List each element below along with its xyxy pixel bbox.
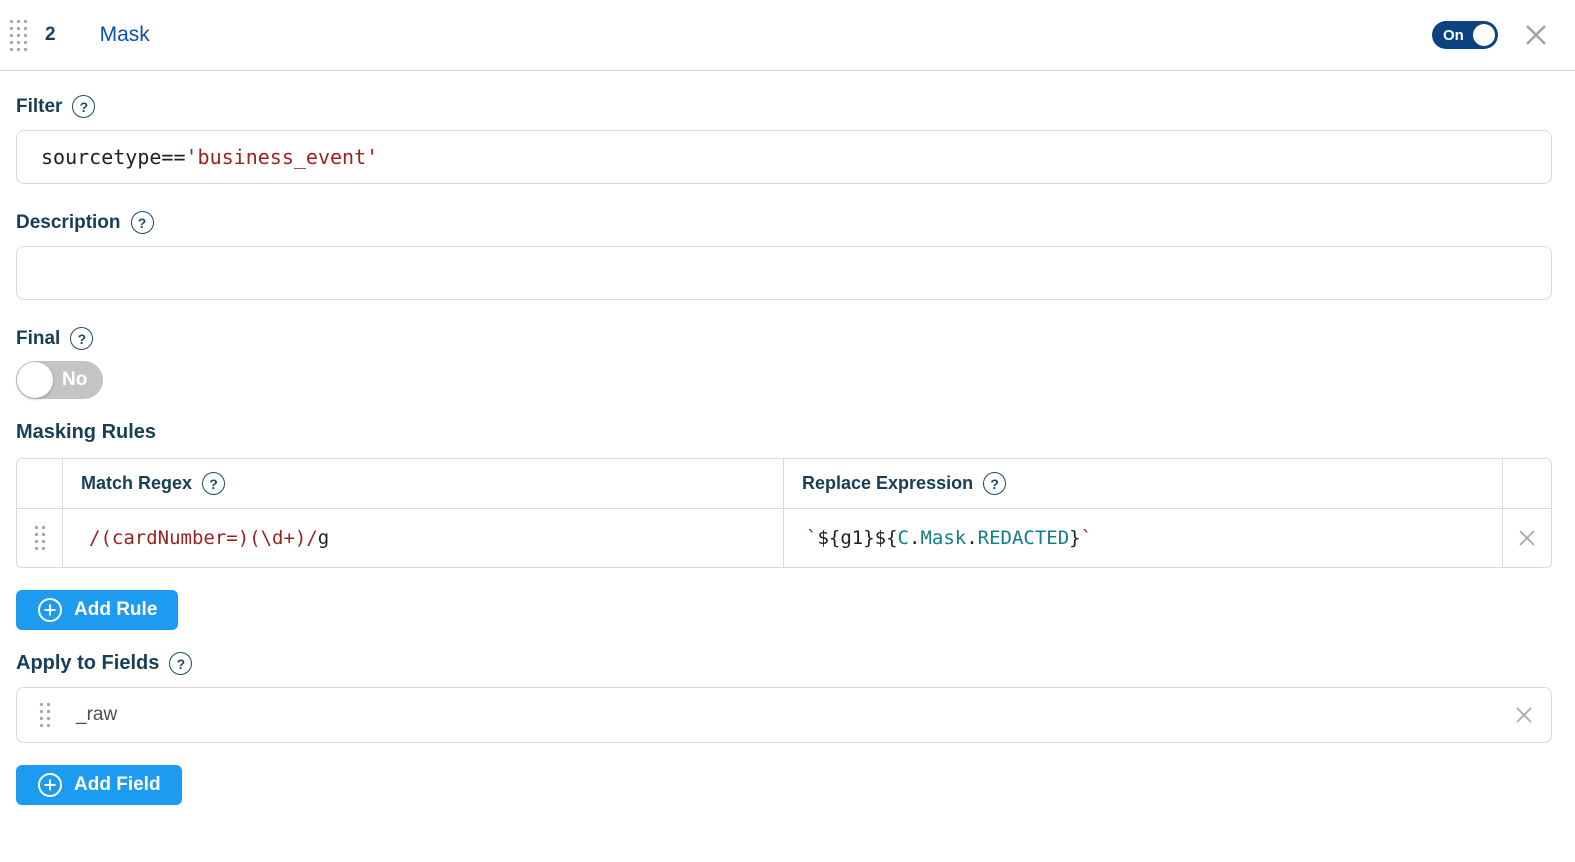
plus-circle-icon [38,598,62,622]
filter-label-row: Filter ? [16,95,1559,118]
drag-handle-icon[interactable] [38,701,52,729]
help-icon[interactable]: ? [169,652,193,675]
final-toggle-label: No [62,369,88,390]
add-rule-label: Add Rule [74,599,158,620]
help-icon[interactable]: ? [202,472,226,495]
enabled-toggle-label: On [1443,26,1464,44]
enabled-toggle[interactable]: On [1432,21,1498,49]
remove-icon [1519,530,1535,546]
final-label-row: Final ? [16,327,1559,350]
help-icon[interactable]: ? [72,95,96,118]
drag-handle-icon[interactable] [8,17,29,53]
actions-column-header [1503,459,1551,508]
final-toggle[interactable]: No [16,361,103,399]
filter-label: Filter [16,95,63,117]
masking-rules-table: Match Regex ? Replace Expression ? /(car… [16,458,1552,568]
match-regex-header: Match Regex ? [63,459,784,508]
remove-field-button[interactable] [1513,704,1535,726]
remove-rule-button[interactable] [1503,509,1551,567]
apply-to-fields-label-row: Apply to Fields ? [16,652,1559,675]
replace-expression-input[interactable]: ` ${g1}${C. Mask. REDACTED} ` [784,509,1503,567]
help-icon[interactable]: ? [983,472,1007,495]
masking-rules-heading: Masking Rules [16,421,157,443]
rule-drag-cell [17,509,63,567]
close-button[interactable] [1522,21,1550,49]
apply-to-fields-label: Apply to Fields [16,652,160,674]
table-header-row: Match Regex ? Replace Expression ? [17,459,1551,509]
function-index: 2 [45,24,56,45]
field-row: _raw [16,687,1552,743]
function-header: 2 Mask On [0,0,1575,71]
replace-expression-header: Replace Expression ? [784,459,1503,508]
add-rule-button[interactable]: Add Rule [16,590,179,630]
add-field-button[interactable]: Add Field [16,765,182,805]
help-icon[interactable]: ? [70,327,94,350]
drag-column-header [17,459,63,508]
final-label: Final [16,327,61,349]
description-label-row: Description ? [16,211,1559,234]
help-icon[interactable]: ? [130,211,154,234]
plus-circle-icon [38,773,62,797]
remove-icon [1516,707,1532,723]
field-value[interactable]: _raw [76,704,117,726]
description-input[interactable] [16,246,1552,300]
function-title[interactable]: Mask [100,23,150,47]
add-field-label: Add Field [74,774,161,795]
toggle-knob [1473,24,1495,46]
rule-row: /(cardNumber=)(\d+)/g ` ${g1}${C. Mask. RED… [17,509,1551,567]
description-label: Description [16,211,121,233]
close-icon [1526,25,1546,45]
filter-input[interactable]: sourcetype=='business_event' [16,130,1552,184]
filter-value: sourcetype=='business_event' [41,145,379,169]
match-regex-input[interactable]: /(cardNumber=)(\d+)/g [63,509,784,567]
toggle-knob [17,362,53,398]
drag-handle-icon[interactable] [32,524,47,552]
